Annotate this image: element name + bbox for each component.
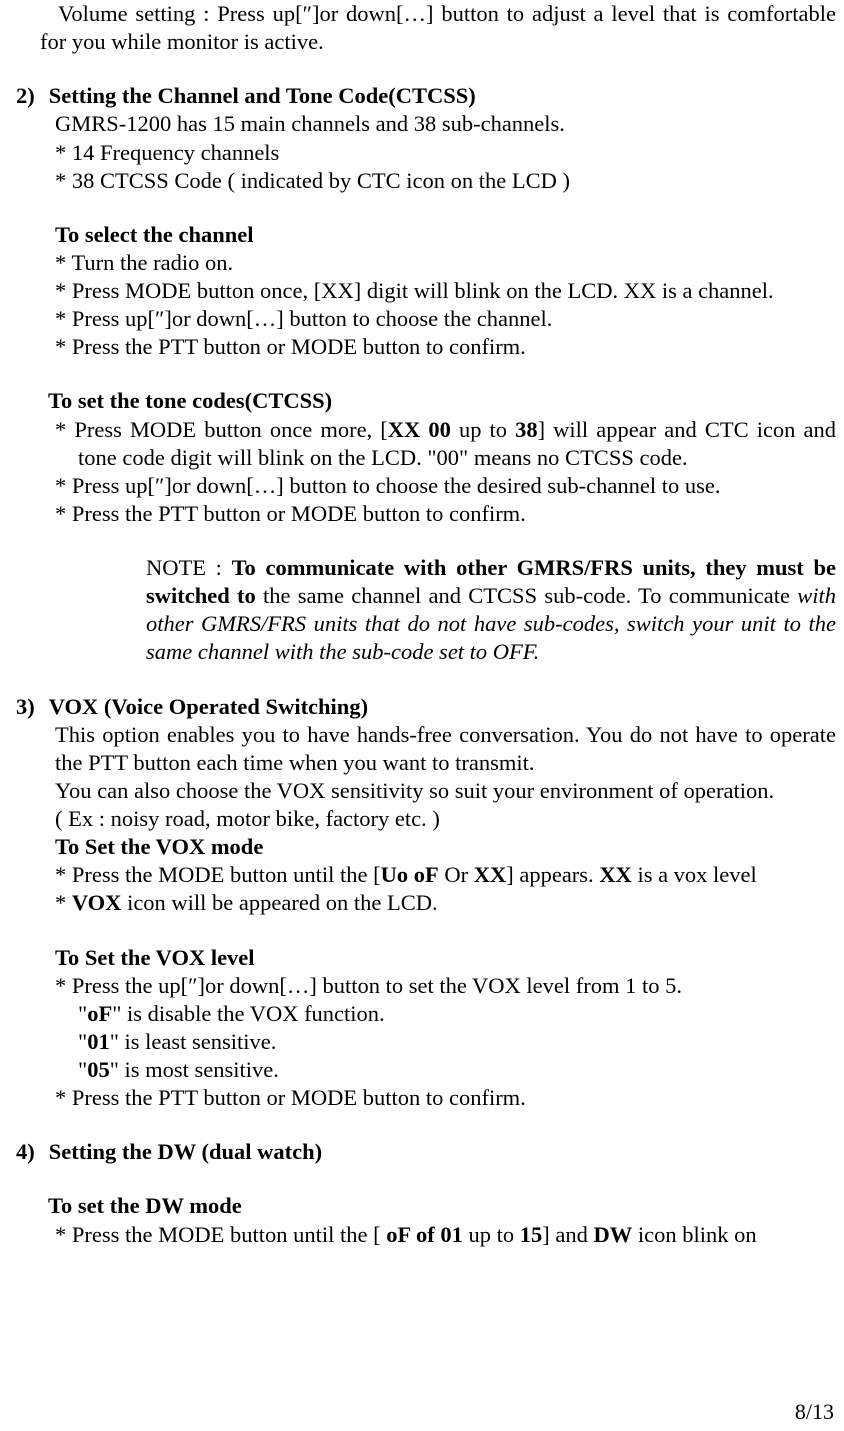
- text: ": [78, 1029, 87, 1054]
- text: * Press the MODE button until the [: [55, 862, 381, 887]
- text: To set the DW mode: [48, 1193, 242, 1218]
- bullet: * Press the MODE button until the [ oF o…: [0, 1221, 836, 1249]
- bullet: * Press the up[″]or down[…] button to se…: [0, 972, 836, 1000]
- bullet: * Press MODE button once, [XX] digit wil…: [0, 277, 836, 305]
- text: * Press MODE button once, [XX] digit wil…: [55, 278, 774, 303]
- text: You can also choose the VOX sensitivity …: [55, 778, 774, 803]
- list-item: "oF" is disable the VOX function.: [0, 1000, 836, 1028]
- bullet: * Press the PTT button or MODE button to…: [0, 1084, 836, 1112]
- bullet: * Turn the radio on.: [0, 249, 836, 277]
- text: " is most sensitive.: [110, 1057, 279, 1082]
- subheading-vox-level: To Set the VOX level: [0, 944, 836, 972]
- text: NOTE :: [146, 555, 232, 580]
- text-bold: 15: [520, 1222, 543, 1247]
- section-number: 3): [16, 693, 35, 721]
- text-bold: 05: [87, 1057, 110, 1082]
- text: * Press the up[″]or down[…] button to se…: [55, 973, 682, 998]
- text: * Turn the radio on.: [55, 250, 233, 275]
- text: GMRS-1200 has 15 main channels and 38 su…: [55, 111, 565, 136]
- bullet: * 38 CTCSS Code ( indicated by CTC icon …: [0, 167, 836, 195]
- subheading-tone-codes: To set the tone codes(CTCSS): [0, 387, 836, 415]
- text-bold: Uo oF: [381, 862, 439, 887]
- text: ": [78, 1001, 87, 1026]
- section-title: Setting the Channel and Tone Code(CTCSS): [49, 82, 476, 110]
- text: * Press up[″]or down[…] button to choose…: [55, 473, 721, 498]
- bullet: * Press up[″]or down[…] button to choose…: [0, 305, 836, 333]
- page-number: 8/13: [795, 1398, 834, 1426]
- text: To Set the VOX mode: [55, 834, 263, 859]
- note-block: NOTE : To communicate with other GMRS/FR…: [0, 554, 836, 667]
- paragraph-volume: Volume setting : Press up[″]or down[…] b…: [0, 0, 836, 56]
- paragraph: ( Ex : noisy road, motor bike, factory e…: [0, 805, 836, 833]
- section-number: 4): [16, 1138, 35, 1166]
- text: Or: [439, 862, 474, 887]
- text-bold: oF: [87, 1001, 112, 1026]
- subheading-dw-mode: To set the DW mode: [0, 1192, 836, 1220]
- section-title: Setting the DW (dual watch): [49, 1138, 322, 1166]
- heading-section-3: 3) VOX (Voice Operated Switching): [0, 693, 836, 721]
- text: ": [78, 1057, 87, 1082]
- heading-section-4: 4) Setting the DW (dual watch): [0, 1138, 836, 1166]
- text-bold: 01: [87, 1029, 110, 1054]
- text: This option enables you to have hands-fr…: [55, 722, 836, 775]
- bullet: * Press the PTT button or MODE button to…: [0, 333, 836, 361]
- bullet: * Press up[″]or down[…] button to choose…: [0, 472, 836, 500]
- text: * Press the PTT button or MODE button to…: [55, 334, 526, 359]
- text: ] and: [542, 1222, 593, 1247]
- subheading-vox-mode: To Set the VOX mode: [0, 833, 836, 861]
- text: " is least sensitive.: [110, 1029, 277, 1054]
- bullet: * Press the MODE button until the [Uo oF…: [0, 861, 836, 889]
- text: * Press the PTT button or MODE button to…: [55, 501, 526, 526]
- text: 8/13: [795, 1399, 834, 1424]
- text: the same channel and CTCSS sub-code. To …: [256, 583, 797, 608]
- text: icon will be appeared on the LCD.: [121, 890, 437, 915]
- section-title: VOX (Voice Operated Switching): [49, 693, 368, 721]
- text: To set the tone codes(CTCSS): [48, 388, 332, 413]
- text-bold: oF of 01: [386, 1222, 463, 1247]
- text-bold: VOX: [72, 890, 122, 915]
- text: ] appears.: [506, 862, 599, 887]
- text-bold: XX: [599, 862, 632, 887]
- bullet: * Press MODE button once more, [XX 00 up…: [0, 416, 836, 472]
- list-item: "01" is least sensitive.: [0, 1028, 836, 1056]
- text: Volume setting : Press up[″]or down[…] b…: [40, 1, 836, 54]
- text-bold: DW: [594, 1222, 633, 1247]
- bullet: * VOX icon will be appeared on the LCD.: [0, 889, 836, 917]
- bullet: * Press the PTT button or MODE button to…: [0, 500, 836, 528]
- text: To select the channel: [55, 222, 254, 247]
- paragraph: You can also choose the VOX sensitivity …: [0, 777, 836, 805]
- text: * 38 CTCSS Code ( indicated by CTC icon …: [55, 168, 570, 193]
- text: * 14 Frequency channels: [55, 140, 279, 165]
- text-bold: XX: [474, 862, 507, 887]
- list-item: "05" is most sensitive.: [0, 1056, 836, 1084]
- text: up to: [451, 417, 515, 442]
- paragraph: This option enables you to have hands-fr…: [0, 721, 836, 777]
- text: * Press the PTT button or MODE button to…: [55, 1085, 526, 1110]
- text: * Press MODE button once more, [: [55, 417, 388, 442]
- text: *: [55, 890, 72, 915]
- section-number: 2): [16, 82, 35, 110]
- text: " is disable the VOX function.: [112, 1001, 384, 1026]
- heading-section-2: 2) Setting the Channel and Tone Code(CTC…: [0, 82, 836, 110]
- text: * Press the MODE button until the [: [55, 1222, 386, 1247]
- text-line: GMRS-1200 has 15 main channels and 38 su…: [0, 110, 836, 138]
- text-bold: 38: [515, 417, 538, 442]
- text: * Press up[″]or down[…] button to choose…: [55, 306, 552, 331]
- text: is a vox level: [632, 862, 757, 887]
- text: To Set the VOX level: [55, 945, 255, 970]
- text: icon blink on: [632, 1222, 756, 1247]
- subheading-select-channel: To select the channel: [0, 221, 836, 249]
- text-bold: XX 00: [388, 417, 451, 442]
- text: up to: [463, 1222, 520, 1247]
- text: ( Ex : noisy road, motor bike, factory e…: [55, 806, 440, 831]
- bullet: * 14 Frequency channels: [0, 139, 836, 167]
